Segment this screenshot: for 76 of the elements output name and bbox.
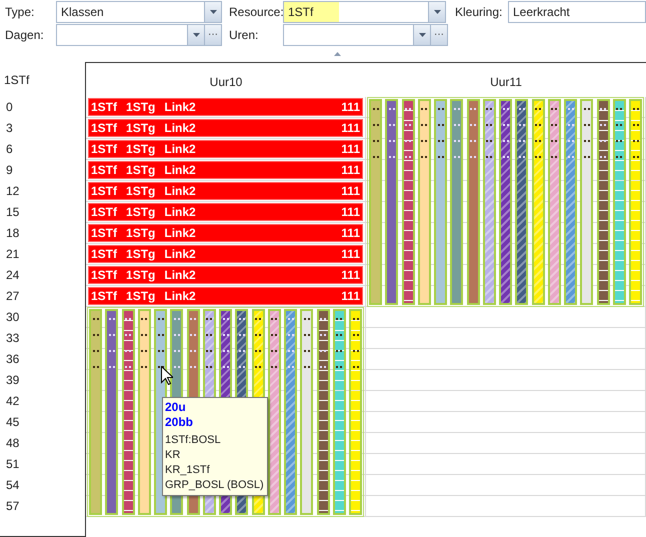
lesson-text: Link2 <box>164 267 196 284</box>
field-label: Resource: <box>229 4 283 21</box>
row-label: 45 <box>6 414 20 430</box>
field-label: Kleuring: <box>455 4 504 21</box>
tooltip-line: GRP_BOSL (BOSL) <box>165 478 265 493</box>
lesson-number: 111 <box>341 288 360 305</box>
lesson-text: 1STg <box>126 99 156 116</box>
lesson-text: 1STg <box>126 288 156 305</box>
lesson-text: 1STf <box>91 246 118 263</box>
row-label: 9 <box>6 162 13 178</box>
lesson-text: Link2 <box>164 246 196 263</box>
lesson-number: 111 <box>341 204 360 221</box>
lesson-text: 1STg <box>126 267 156 284</box>
lesson-number: 111 <box>341 120 360 137</box>
lesson-text: Link2 <box>164 162 196 179</box>
lesson-text: 1STf <box>91 162 118 179</box>
row-label: 51 <box>6 456 20 472</box>
tooltip-line: 20u <box>165 400 187 415</box>
row-label: 6 <box>6 140 13 158</box>
lesson-text: Link2 <box>164 225 196 242</box>
lesson-text: 1STg <box>126 162 156 179</box>
row-label: 3 <box>6 120 13 136</box>
lesson-text: 1STg <box>126 141 156 158</box>
lesson-text: 1STf <box>91 183 118 200</box>
lesson-number: 111 <box>341 141 360 158</box>
tooltip-line: 1STf:BOSL <box>165 433 222 448</box>
tooltip-line: KR_1STf <box>165 463 211 478</box>
row-label: 0 <box>6 98 13 116</box>
column-header: Uur11 <box>490 74 522 91</box>
lesson-text: Link2 <box>164 120 196 137</box>
lesson-text: Link2 <box>164 288 196 305</box>
row-label: 54 <box>6 476 20 494</box>
lesson-text: 1STf <box>91 225 118 242</box>
row-label: 15 <box>6 204 20 220</box>
lesson-text: 1STg <box>126 246 156 263</box>
field-label: Type: <box>5 4 36 21</box>
row-label: 21 <box>6 246 20 262</box>
lesson-text: 1STg <box>126 183 156 200</box>
row-label: 24 <box>6 266 20 284</box>
row-label: 48 <box>6 434 20 452</box>
row-label: 57 <box>6 498 20 514</box>
lesson-text: 1STf <box>91 99 118 116</box>
lesson-text: 1STg <box>126 204 156 221</box>
dropdown-value: 1STf <box>284 2 340 22</box>
row-label: 18 <box>6 224 20 242</box>
row-label: 33 <box>6 330 20 346</box>
row-label: 39 <box>6 372 20 388</box>
lesson-number: 111 <box>341 246 360 263</box>
lesson-number: 111 <box>341 99 360 116</box>
lesson-text: 1STg <box>126 120 156 137</box>
lesson-text: 1STf <box>91 288 118 305</box>
column-header: Uur10 <box>210 74 242 91</box>
lesson-number: 111 <box>341 183 360 200</box>
dropdown-value: Klassen <box>60 4 104 21</box>
field-label: Dagen: <box>5 27 45 44</box>
row-label: 36 <box>6 350 20 368</box>
lesson-text: 1STf <box>91 141 118 158</box>
lesson-text: 1STg <box>126 225 156 242</box>
tooltip-line: 20bb <box>165 415 194 430</box>
row-label: 42 <box>6 392 20 410</box>
lesson-text: Link2 <box>164 99 196 116</box>
lesson-number: 111 <box>341 225 360 242</box>
lesson-text: 1STf <box>91 120 118 137</box>
row-label: 27 <box>6 288 20 304</box>
lesson-text: Link2 <box>164 204 196 221</box>
lesson-text: Link2 <box>164 183 196 200</box>
row-label: 12 <box>6 182 20 200</box>
lesson-number: 111 <box>341 267 360 284</box>
lesson-text: Link2 <box>164 141 196 158</box>
lesson-number: 111 <box>341 162 360 179</box>
tooltip-line: KR <box>165 448 182 463</box>
lesson-text: 1STf <box>91 204 118 221</box>
resource-heading: 1STf <box>4 73 30 87</box>
row-label: 30 <box>6 308 20 326</box>
lesson-text: 1STf <box>91 267 118 284</box>
field-label: Uren: <box>229 27 260 44</box>
